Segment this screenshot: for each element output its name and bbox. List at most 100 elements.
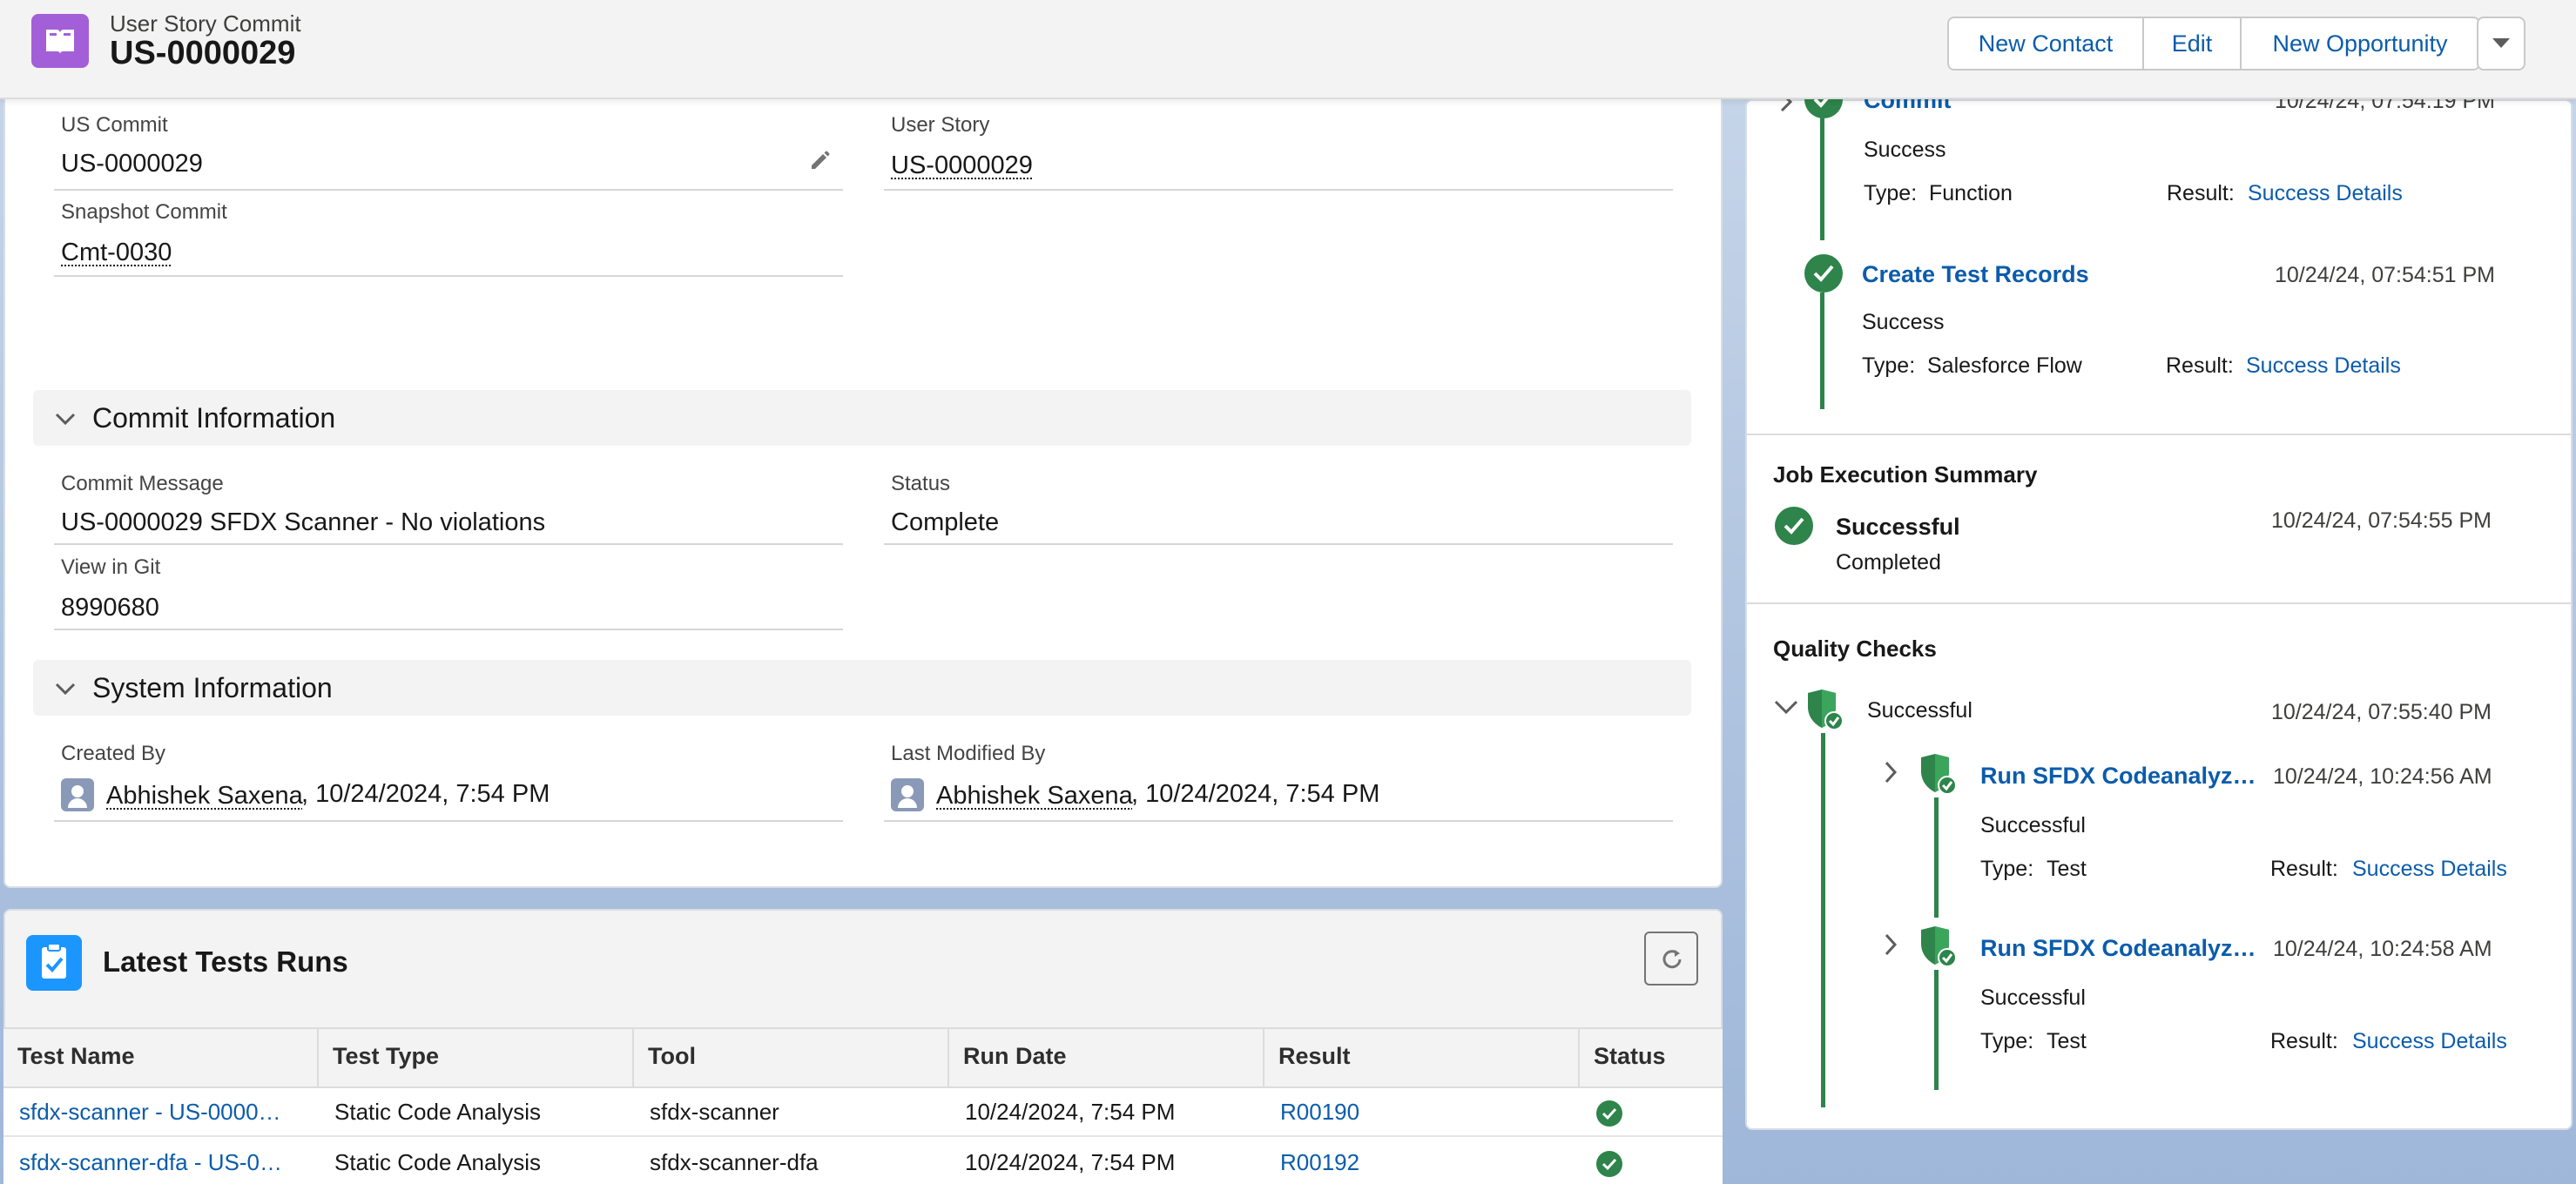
quality-check-title[interactable]: Run SFDX Codeanalyz… <box>1980 763 2256 790</box>
step-result-link[interactable]: Success Details <box>2246 353 2401 379</box>
refresh-icon <box>1662 950 1682 969</box>
quality-check-result-link[interactable]: Success Details <box>2352 1029 2507 1054</box>
divider <box>1747 602 2571 604</box>
quality-check-timestamp: 10/24/24, 10:24:58 AM <box>2273 937 2492 961</box>
us-commit-value: US-0000029 <box>61 150 203 178</box>
step-status: Success <box>1864 138 1946 162</box>
divider <box>884 820 1673 822</box>
column-header-result[interactable]: Result <box>1264 1027 1580 1086</box>
quality-check-status: Successful <box>1980 986 2086 1010</box>
test-type-cell: Static Code Analysis <box>334 1149 542 1175</box>
record-title: US-0000029 <box>110 35 296 71</box>
quality-check-title[interactable]: Run SFDX Codeanalyz… <box>1980 935 2256 962</box>
status-value: Complete <box>891 508 1000 536</box>
object-type-label: User Story Commit <box>110 10 301 37</box>
timeline-line <box>1934 797 1939 918</box>
chevron-down-icon <box>2492 38 2510 48</box>
summary-status: Successful <box>1836 514 1960 540</box>
success-check-icon <box>1775 507 1813 545</box>
commit-information-section-header[interactable]: Commit Information <box>33 390 1691 446</box>
more-actions-button[interactable] <box>2477 17 2525 71</box>
user-story-link[interactable]: US-0000029 <box>891 151 1033 180</box>
summary-detail: Completed <box>1836 550 1941 575</box>
quality-timestamp: 10/24/24, 07:55:40 PM <box>2271 700 2492 724</box>
quality-check-type-value: Test <box>2047 1029 2087 1053</box>
step-result-label: Result: <box>2167 181 2235 205</box>
result-link[interactable]: R00190 <box>1264 1099 1580 1126</box>
us-commit-label: US Commit <box>61 113 168 137</box>
step-create-test-records-title[interactable]: Create Test Records <box>1862 261 2089 288</box>
quality-status: Successful <box>1867 698 1972 723</box>
edit-button[interactable]: Edit <box>2144 18 2242 69</box>
refresh-button[interactable] <box>1644 932 1698 986</box>
section-title: Commit Information <box>92 402 336 434</box>
edit-pencil-icon[interactable] <box>808 148 831 171</box>
summary-timestamp: 10/24/24, 07:54:55 PM <box>2271 508 2492 533</box>
modified-by-user-link[interactable]: Abhishek Saxena <box>936 782 1133 811</box>
tests-card-title: Latest Tests Runs <box>103 945 348 978</box>
run-date-cell: 10/24/2024, 7:54 PM <box>965 1099 1176 1125</box>
divider <box>54 629 843 630</box>
step-type-label: Type: <box>1864 181 1918 205</box>
divider <box>54 275 843 277</box>
test-name-link[interactable]: sfdx-scanner-dfa - US-0… <box>3 1149 319 1176</box>
quality-check-result-label: Result: <box>2270 1029 2338 1053</box>
divider <box>54 543 843 545</box>
step-type-label: Type: <box>1862 353 1916 378</box>
step-timestamp: 10/24/24, 07:54:51 PM <box>2275 263 2495 287</box>
clipboard-check-icon <box>26 935 82 991</box>
success-check-icon <box>1596 1100 1622 1127</box>
user-story-label: User Story <box>891 113 990 137</box>
created-by-user-link[interactable]: Abhishek Saxena <box>106 782 303 811</box>
column-header-tool[interactable]: Tool <box>634 1027 949 1086</box>
new-contact-button[interactable]: New Contact <box>1949 18 2144 69</box>
chevron-down-icon[interactable] <box>1773 696 1799 717</box>
result-link[interactable]: R00192 <box>1264 1149 1580 1176</box>
chevron-down-icon <box>55 683 76 696</box>
test-type-cell: Static Code Analysis <box>334 1099 542 1125</box>
snapshot-commit-link[interactable]: Cmt-0030 <box>61 239 172 267</box>
job-progress-panel <box>1745 99 2573 1130</box>
column-header-run-date[interactable]: Run Date <box>949 1027 1264 1086</box>
step-type-value: Function <box>1929 181 2013 205</box>
timeline-line <box>1820 99 1824 240</box>
job-execution-summary-title: Job Execution Summary <box>1773 461 2038 488</box>
quality-check-type-label: Type: <box>1980 1029 2034 1053</box>
record-header: User Story Commit US-0000029 New Contact… <box>0 0 2576 99</box>
shield-check-icon <box>1921 926 1957 967</box>
quality-checks-title: Quality Checks <box>1773 636 1937 662</box>
modified-date: , 10/24/2024, 7:54 PM <box>1131 780 1380 808</box>
system-information-section-header[interactable]: System Information <box>33 660 1691 716</box>
divider <box>54 820 843 822</box>
view-in-git-link[interactable]: 8990680 <box>61 594 159 622</box>
divider <box>1747 434 2571 435</box>
new-opportunity-button[interactable]: New Opportunity <box>2242 18 2478 69</box>
quality-check-result-link[interactable]: Success Details <box>2352 857 2507 882</box>
step-type-value: Salesforce Flow <box>1927 353 2082 378</box>
timeline-line <box>1821 733 1825 1107</box>
column-header-status[interactable]: Status <box>1580 1027 1723 1086</box>
user-story-commit-icon <box>31 14 89 68</box>
run-date-cell: 10/24/2024, 7:54 PM <box>965 1149 1176 1175</box>
chevron-right-icon[interactable] <box>1881 759 1900 785</box>
user-avatar-icon <box>61 778 94 811</box>
step-result-label: Result: <box>2166 353 2234 378</box>
divider <box>884 543 1673 545</box>
column-header-test-type[interactable]: Test Type <box>319 1027 634 1086</box>
timeline-line <box>1934 970 1939 1090</box>
quality-check-result-label: Result: <box>2270 857 2338 881</box>
quality-check-type-label: Type: <box>1980 857 2034 881</box>
record-details-card <box>3 87 1723 888</box>
step-result-link[interactable]: Success Details <box>2248 181 2403 206</box>
created-by-label: Created By <box>61 742 166 765</box>
created-date: , 10/24/2024, 7:54 PM <box>301 780 550 808</box>
column-header-test-name[interactable]: Test Name <box>3 1027 319 1086</box>
chevron-right-icon[interactable] <box>1881 932 1900 958</box>
success-check-icon <box>1596 1151 1622 1177</box>
test-name-link[interactable]: sfdx-scanner - US-0000… <box>3 1099 319 1126</box>
user-avatar-icon <box>891 778 924 811</box>
action-button-group: New Contact Edit New Opportunity <box>1947 17 2480 71</box>
commit-message-value: US-0000029 SFDX Scanner - No violations <box>61 508 546 536</box>
tool-cell: sfdx-scanner <box>650 1099 779 1125</box>
quality-check-timestamp: 10/24/24, 10:24:56 AM <box>2273 764 2492 789</box>
